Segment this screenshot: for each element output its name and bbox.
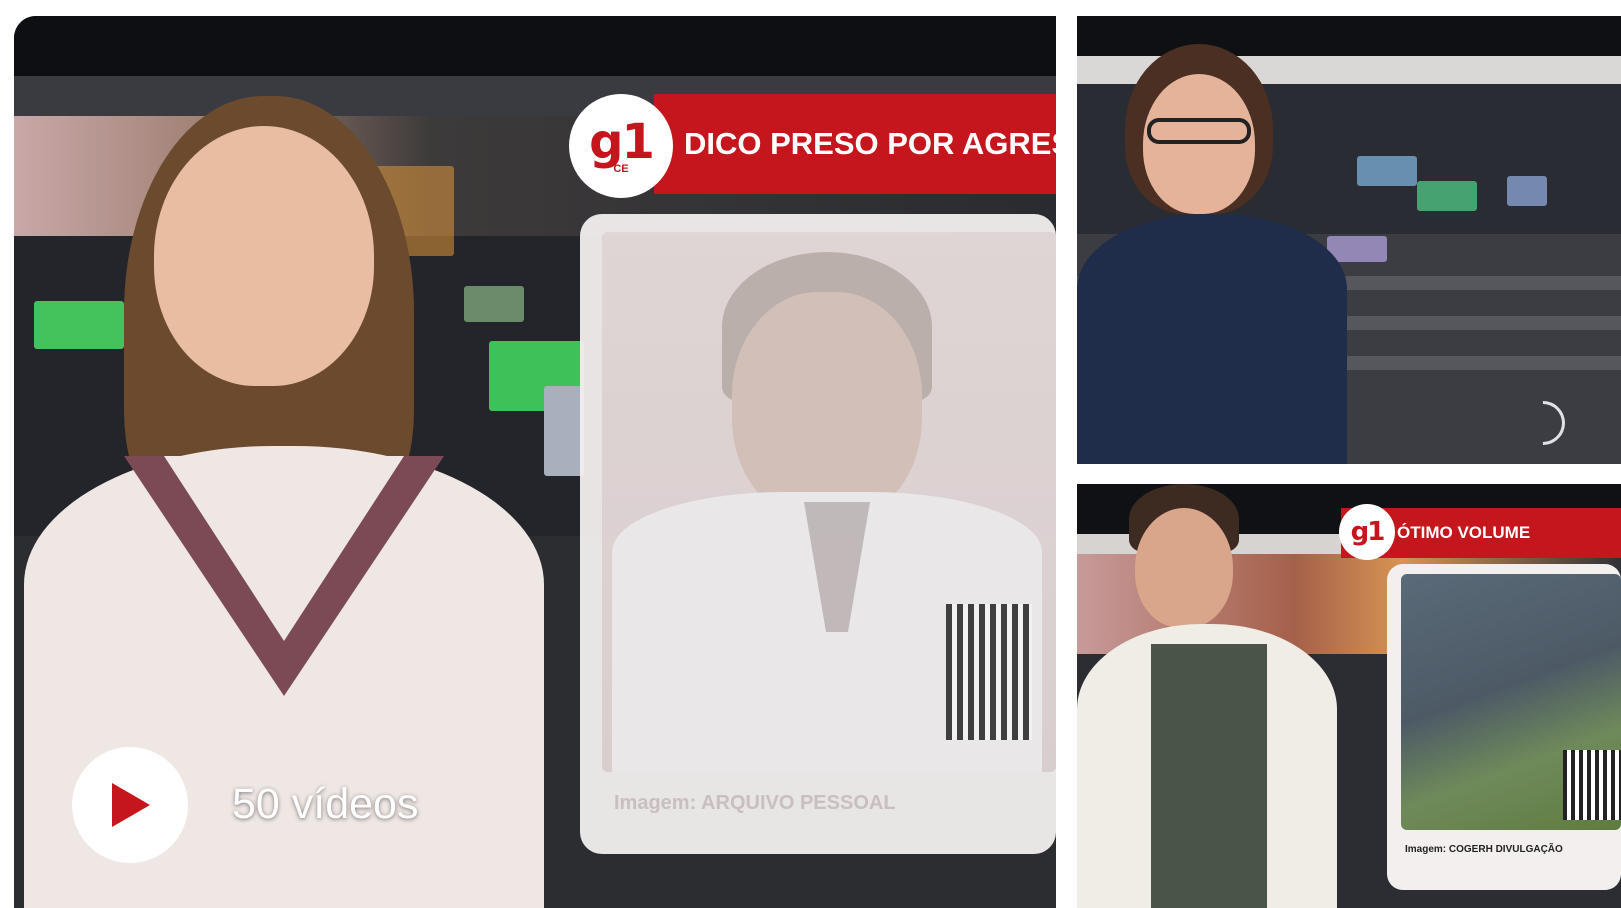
- headline-text: ÓTIMO VOLUME: [1397, 523, 1531, 542]
- g1-logo: g1 CE: [569, 94, 673, 198]
- suspect-photo-card: Imagem: ARQUIVO PESSOAL: [580, 214, 1056, 854]
- video-thumbnail-bottom[interactable]: ÓTIMO VOLUME g1 Imagem: COGERH DIVULGAÇÃ…: [1077, 484, 1621, 908]
- video-count-label: 50 vídeos: [232, 780, 419, 828]
- qr-code-icon: [1563, 750, 1621, 820]
- g1-logo-mark: g1: [589, 113, 655, 170]
- headline-banner: DICO PRESO POR AGRES: [654, 94, 1056, 194]
- g1-logo-region: CE: [613, 162, 629, 175]
- photo-credit: Imagem: ARQUIVO PESSOAL: [614, 792, 896, 814]
- video-thumbnail-top[interactable]: [1077, 16, 1621, 464]
- play-triangle-icon: [112, 783, 150, 827]
- presenter-reporter: [1077, 484, 1357, 908]
- headline-text: DICO PRESO POR AGRES: [684, 126, 1056, 161]
- qr-code-icon: [946, 604, 1032, 740]
- photo-credit: Imagem: COGERH DIVULGAÇÃO: [1405, 844, 1563, 855]
- presenter-anchor: [1077, 44, 1367, 464]
- featured-video-tile[interactable]: DICO PRESO POR AGRES g1 CE Imagem: ARQUI…: [14, 16, 1056, 908]
- play-button[interactable]: [72, 747, 188, 863]
- reservoir-photo-card: Imagem: COGERH DIVULGAÇÃO: [1387, 564, 1621, 890]
